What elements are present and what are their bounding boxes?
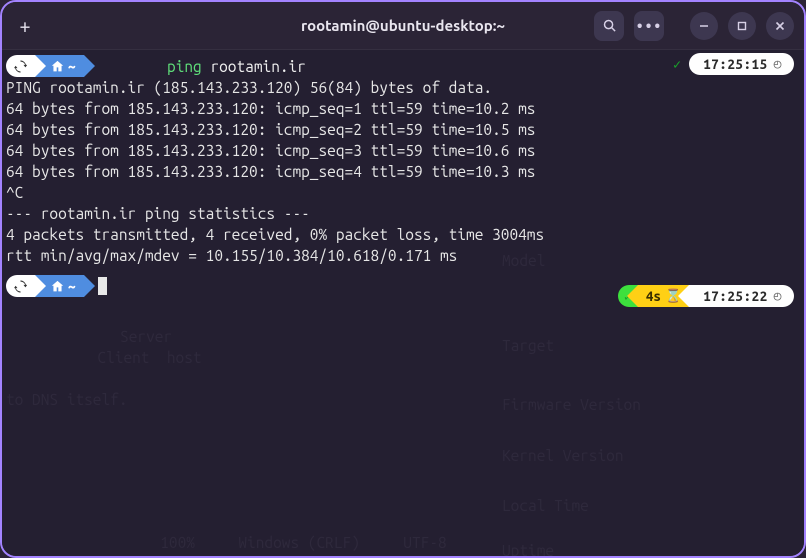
prompt-segment-status (6, 55, 35, 77)
titlebar-controls: ••• (594, 11, 794, 41)
terminal-window: + rootamin@ubuntu-desktop:~ ••• Server (0, 0, 806, 558)
prompt-time-pill: 17:25:15 ◴ (689, 53, 794, 75)
output-line: --- rootamin.ir ping statistics --- (4, 203, 802, 224)
prompt-time: 17:25:15 (703, 54, 767, 75)
maximize-icon (737, 21, 747, 31)
close-icon (775, 21, 785, 31)
output-line: 64 bytes from 185.143.233.120: icmp_seq=… (4, 98, 802, 119)
menu-button[interactable]: ••• (634, 11, 664, 41)
prompt-right-status-2: ✓ 4s ⌛ 17:25:22 ◴ (618, 285, 794, 307)
ghost-text: Firmware Version (502, 394, 641, 415)
clock-icon: ◴ (774, 286, 782, 307)
output-line: rtt min/avg/max/mdev = 10.155/10.384/10.… (4, 245, 802, 266)
close-button[interactable] (766, 12, 794, 40)
search-button[interactable] (594, 11, 624, 41)
command-arg: rootamin.ir (210, 58, 305, 75)
ghost-text: Kernel Version (502, 445, 624, 466)
prompt-right-status-1: ✓ 17:25:15 ◴ (665, 53, 794, 75)
ghost-text: Client host (54, 347, 202, 368)
ghost-text: 100% Windows (CRLF) UTF-8 (4, 532, 447, 553)
minimize-button[interactable] (690, 12, 718, 40)
prompt-path-text: ~ (68, 276, 76, 297)
clock-icon: ◴ (774, 54, 782, 75)
prompt-path-text: ~ (68, 56, 76, 77)
kebab-icon: ••• (636, 18, 663, 34)
prompt-time-pill: 17:25:22 ◴ (689, 285, 794, 307)
minimize-icon (699, 21, 709, 31)
output-line: 64 bytes from 185.143.233.120: icmp_seq=… (4, 140, 802, 161)
output-line: PING rootamin.ir (185.143.233.120) 56(84… (4, 77, 802, 98)
search-icon (602, 18, 617, 33)
duration-text: 4s (646, 286, 661, 307)
output-line: ^C (4, 182, 802, 203)
command-name: ping (167, 58, 202, 75)
cycle-icon (14, 60, 27, 73)
cursor[interactable] (98, 277, 107, 295)
check-icon: ✓ (673, 54, 681, 75)
maximize-button[interactable] (728, 12, 756, 40)
home-icon (51, 60, 64, 73)
prompt-segment-status (6, 275, 35, 297)
output-line: 4 packets transmitted, 4 received, 0% pa… (4, 224, 802, 245)
cycle-icon (14, 280, 27, 293)
ghost-text: Server (94, 326, 172, 347)
home-icon (51, 280, 64, 293)
titlebar: + rootamin@ubuntu-desktop:~ ••• (2, 2, 804, 50)
terminal-body[interactable]: Server Client host to DNS itself. 100% W… (2, 50, 804, 556)
output-line: 64 bytes from 185.143.233.120: icmp_seq=… (4, 161, 802, 182)
ghost-text: to DNS itself. (6, 389, 128, 410)
ghost-text: Local Time (502, 495, 589, 516)
output-line: 64 bytes from 185.143.233.120: icmp_seq=… (4, 119, 802, 140)
ghost-text: Target (502, 335, 554, 356)
new-tab-button[interactable]: + (12, 13, 38, 39)
prompt-time: 17:25:22 (703, 286, 767, 307)
ghost-text: Uptime (502, 540, 554, 556)
